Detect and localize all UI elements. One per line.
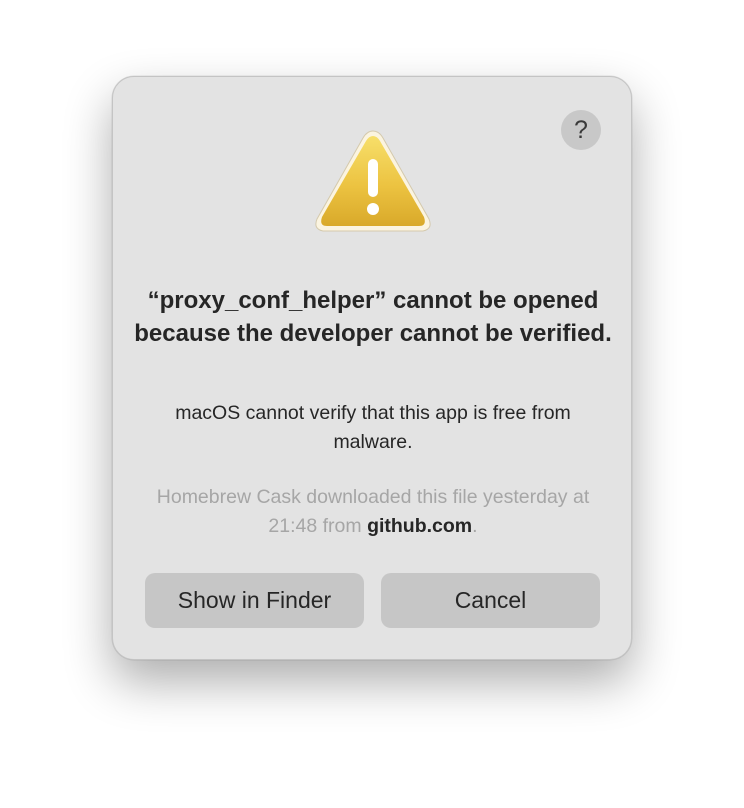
help-button[interactable]: ?	[561, 110, 601, 150]
cancel-button[interactable]: Cancel	[381, 573, 600, 628]
source-domain: github.com	[367, 515, 473, 537]
alert-message: macOS cannot verify that this app is fre…	[175, 402, 571, 453]
alert-title: “proxy_conf_helper” cannot be opened bec…	[134, 287, 612, 347]
warning-triangle-icon	[315, 130, 431, 232]
download-source-info: Homebrew Cask downloaded this file yeste…	[143, 483, 603, 541]
show-in-finder-button[interactable]: Show in Finder	[145, 573, 364, 628]
source-suffix: .	[472, 515, 478, 537]
help-icon: ?	[574, 116, 588, 144]
alert-dialog: ? “proxy_conf_helper” cannot be opened b…	[112, 76, 632, 660]
